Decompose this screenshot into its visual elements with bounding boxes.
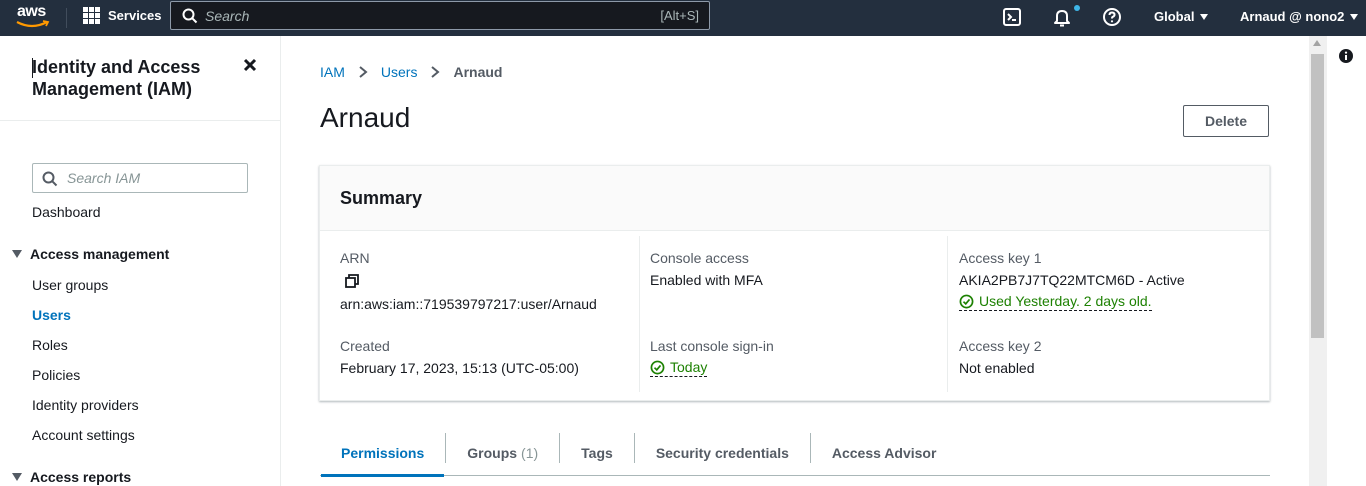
check-circle-icon (650, 360, 665, 374)
breadcrumb-iam[interactable]: IAM (320, 64, 345, 80)
console-access-label: Console access (650, 250, 749, 266)
sidebar-divider (0, 120, 281, 121)
access-key2-value: Not enabled (959, 360, 1035, 376)
last-signin-value: Today (670, 359, 708, 375)
services-label: Services (108, 8, 162, 23)
tab-label: Permissions (341, 444, 425, 461)
scrollbar-thumb[interactable] (1311, 54, 1324, 338)
region-label: Global (1154, 9, 1195, 24)
summary-header: Summary (320, 166, 1269, 231)
sidebar-section-access-reports[interactable]: Access reports (12, 469, 131, 485)
check-circle-icon (959, 294, 974, 308)
section-label: Access reports (30, 469, 132, 485)
vertical-scrollbar[interactable] (1309, 36, 1327, 486)
breadcrumb: IAM Users Arnaud (320, 64, 502, 80)
breadcrumb-current: Arnaud (453, 64, 503, 80)
sidebar-item-users[interactable]: Users (32, 307, 71, 323)
close-icon[interactable] (241, 56, 259, 74)
summary-title: Summary (340, 188, 423, 208)
account-label: Arnaud @ nono2 (1240, 9, 1345, 24)
sidebar-section-access-management[interactable]: Access management (12, 246, 169, 262)
top-navigation: aws Services [Alt+S] Global (0, 0, 1366, 36)
nav-separator (66, 8, 67, 28)
section-label: Access management (30, 246, 170, 262)
aws-smile-icon (16, 20, 50, 28)
global-search-input[interactable] (205, 5, 605, 27)
delete-user-button[interactable]: Delete (1183, 105, 1269, 137)
last-signin-label: Last console sign-in (650, 338, 774, 354)
chevron-right-icon (359, 66, 368, 78)
page-title: Arnaud (320, 102, 411, 133)
arn-label: ARN (340, 250, 370, 266)
search-icon (42, 171, 58, 187)
sidebar-search-input[interactable] (67, 168, 237, 188)
caret-down-icon (1350, 13, 1359, 20)
breadcrumb-users[interactable]: Users (381, 64, 418, 80)
sidebar-item-identity-providers[interactable]: Identity providers (32, 397, 139, 413)
caret-down-icon (1200, 13, 1209, 20)
global-search-box[interactable]: [Alt+S] (170, 1, 710, 30)
sidebar-item-user-groups[interactable]: User groups (32, 277, 108, 293)
copy-icon[interactable] (344, 273, 360, 289)
created-label: Created (340, 338, 390, 354)
sidebar-item-policies[interactable]: Policies (32, 367, 80, 383)
summary-panel: Summary ARN arn:aws:iam::719539797217:us… (319, 165, 1270, 401)
chevron-right-icon (431, 66, 441, 78)
tab-label: Groups (467, 444, 518, 461)
cloudshell-icon[interactable] (1002, 7, 1022, 27)
access-key1-label: Access key 1 (959, 250, 1042, 266)
access-key1-status-text: Used Yesterday. 2 days old. (979, 293, 1152, 309)
tab-label: Security credentials (655, 444, 789, 461)
sidebar-item-dashboard[interactable]: Dashboard (32, 204, 101, 220)
text-cursor (32, 58, 33, 78)
sidebar-search-box[interactable] (32, 163, 248, 193)
tab-groups[interactable]: Groups (1) (446, 430, 559, 475)
sidebar-title: Identity and Access Management (IAM) (32, 57, 201, 99)
aws-logo[interactable]: aws (16, 2, 52, 32)
last-signin-status[interactable]: Today (650, 359, 708, 377)
info-icon[interactable] (1338, 48, 1354, 64)
search-shortcut-hint: [Alt+S] (660, 8, 699, 23)
tab-access-advisor[interactable]: Access Advisor (811, 430, 958, 475)
services-grid-icon (83, 7, 100, 24)
region-selector[interactable]: Global (1154, 9, 1209, 24)
user-detail-tabs: Permissions Groups (1) Tags Security cre… (320, 430, 1270, 477)
access-key1-value: AKIA2PB7J7TQ22MTCM6D - Active (959, 272, 1185, 288)
account-menu[interactable]: Arnaud @ nono2 (1240, 9, 1359, 24)
caret-down-icon (12, 473, 22, 481)
column-divider (639, 236, 640, 392)
arn-value: arn:aws:iam::719539797217:user/Arnaud (340, 296, 597, 312)
tab-label: Tags (581, 444, 613, 461)
help-icon[interactable] (1102, 7, 1122, 27)
console-access-value: Enabled with MFA (650, 272, 763, 288)
tab-tags[interactable]: Tags (560, 430, 634, 475)
column-divider (947, 236, 948, 392)
access-key1-status[interactable]: Used Yesterday. 2 days old. (959, 293, 1152, 311)
search-icon (182, 8, 198, 24)
scroll-up-arrow-icon[interactable] (1313, 40, 1321, 46)
sidebar-item-account-settings[interactable]: Account settings (32, 427, 135, 443)
tab-security-credentials[interactable]: Security credentials (635, 430, 810, 475)
caret-down-icon (12, 250, 22, 258)
bell-icon[interactable] (1052, 7, 1072, 27)
aws-logo-text: aws (17, 3, 46, 20)
tab-permissions[interactable]: Permissions (320, 430, 445, 477)
iam-sidebar: Identity and Access Management (IAM) Das… (0, 36, 281, 486)
access-key2-label: Access key 2 (959, 338, 1042, 354)
tab-count: (1) (521, 444, 539, 461)
services-menu-button[interactable]: Services (83, 7, 162, 24)
notification-dot (1074, 5, 1080, 11)
sidebar-item-roles[interactable]: Roles (32, 337, 68, 353)
tab-label: Access Advisor (831, 444, 937, 461)
created-value: February 17, 2023, 15:13 (UTC-05:00) (340, 360, 579, 376)
